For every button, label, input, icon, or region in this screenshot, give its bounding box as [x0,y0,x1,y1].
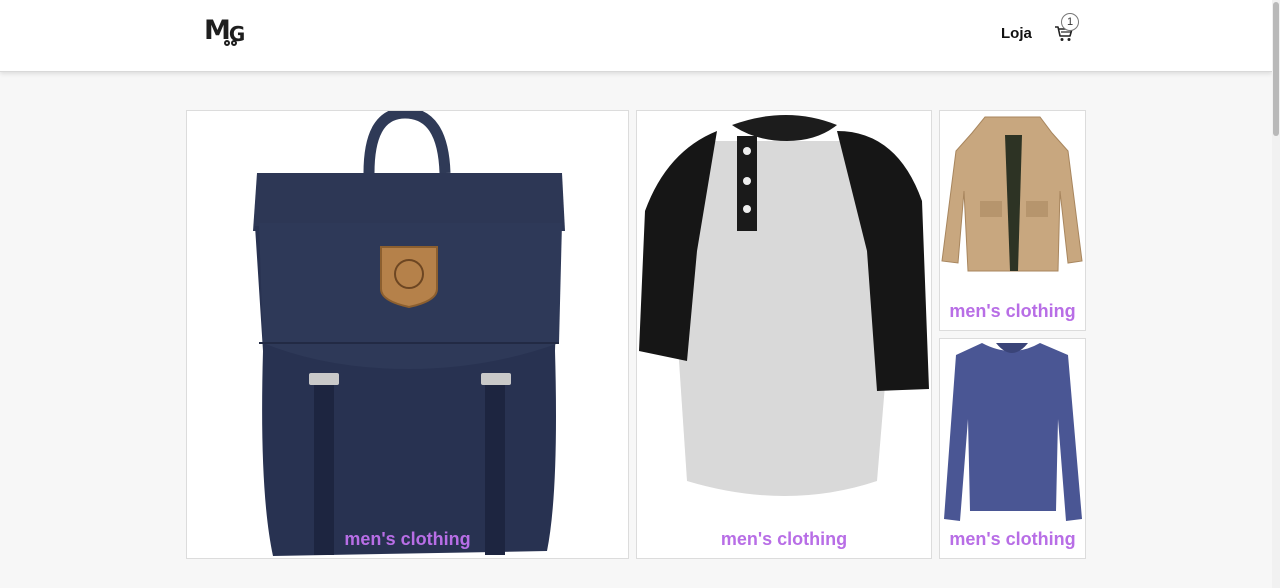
product-card-khaki-jacket[interactable]: men's clothing [939,110,1086,331]
page: MG Loja 1 men's clothing men's clothing … [0,0,1280,588]
product-category-label: men's clothing [949,301,1076,321]
product-category-label: men's clothing [949,529,1076,549]
backpack-image [253,111,565,556]
page-scrollbar[interactable] [1272,0,1280,588]
khaki-jacket-image [941,116,1083,272]
nav-link-loja[interactable]: Loja [1001,25,1032,42]
cart-count-badge: 1 [1061,13,1079,31]
scrollbar-thumb[interactable] [1273,2,1279,136]
navbar: MG Loja 1 [0,0,1272,72]
blue-long-sleeve-image [944,343,1082,521]
product-category-label: men's clothing [344,529,471,549]
product-card-henley-shirt[interactable]: men's clothing [636,110,932,559]
product-category-label: men's clothing [720,529,848,549]
henley-shirt-image [639,115,929,496]
logo[interactable]: MG [204,14,248,50]
product-card-backpack[interactable]: men's clothing [186,110,629,559]
logo-cart-wheels-icon [224,40,237,46]
product-card-blue-long-sleeve[interactable]: men's clothing [939,338,1086,559]
